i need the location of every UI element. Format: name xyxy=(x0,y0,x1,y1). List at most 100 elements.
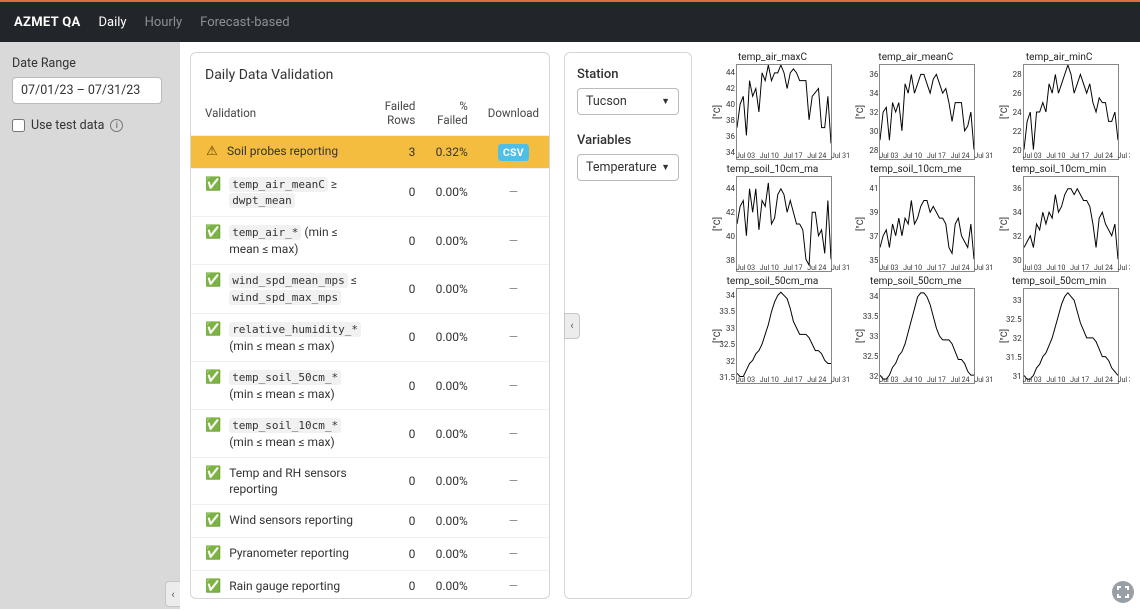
chart: temp_air_meanC[°C]2830323436Jul 03Jul 10… xyxy=(853,52,978,160)
pct-failed-cell: 0.00% xyxy=(425,313,477,361)
table-row[interactable]: ✅temp_air_meanC ≥ dwpt_mean00.00%— xyxy=(191,168,549,217)
chart-xticks: Jul 03Jul 10Jul 17Jul 24Jul 31 xyxy=(1023,152,1119,160)
table-row[interactable]: ✅Temp and RH sensors reporting00.00%— xyxy=(191,458,549,505)
chart-xticks: Jul 03Jul 10Jul 17Jul 24Jul 31 xyxy=(1023,264,1119,272)
download-cell: — xyxy=(478,505,549,538)
date-range-label: Date Range xyxy=(12,56,168,71)
chart-yticks: 30323436 xyxy=(1004,177,1022,271)
chart-yticks: 3131.53232.533 xyxy=(1004,289,1022,383)
chart-frame[interactable]: [°C]3232.53333.534 xyxy=(879,288,975,384)
table-row[interactable]: ✅relative_humidity_* (min ≤ mean ≤ max)0… xyxy=(191,313,549,361)
nav-daily[interactable]: Daily xyxy=(99,15,127,30)
use-test-data-checkbox[interactable] xyxy=(12,119,25,132)
table-row[interactable]: ⚠Soil probes reporting30.32%CSV xyxy=(191,136,549,169)
download-cell: — xyxy=(478,410,549,458)
chart-title: temp_soil_50cm_ma xyxy=(710,276,835,287)
chart-frame[interactable]: [°C]30323436 xyxy=(1023,176,1119,272)
use-test-data-label: Use test data xyxy=(31,118,104,133)
chart-frame[interactable]: [°C]3131.53232.533 xyxy=(1023,288,1119,384)
chart-xticks: Jul 03Jul 10Jul 17Jul 24Jul 31 xyxy=(736,152,832,160)
variables-value: Temperature xyxy=(586,160,657,175)
top-nav: AZMET QA Daily Hourly Forecast-based xyxy=(0,2,1140,42)
chart-frame[interactable]: [°C]35373941 xyxy=(879,176,975,272)
selector-panel: Station Tucson ▼ Variables Temperature ▼… xyxy=(564,52,692,599)
download-cell: — xyxy=(478,313,549,361)
chart-yticks: 2830323436 xyxy=(860,65,878,159)
chart-yticks: 35373941 xyxy=(860,177,878,271)
download-cell: — xyxy=(478,537,549,570)
table-row[interactable]: ✅temp_soil_10cm_* (min ≤ mean ≤ max)00.0… xyxy=(191,410,549,458)
validation-label: Soil probes reporting xyxy=(227,143,364,159)
pct-failed-cell: 0.00% xyxy=(425,458,477,505)
chart: temp_soil_50cm_min[°C]3131.53232.533Jul … xyxy=(997,276,1122,384)
failed-rows-cell: 0 xyxy=(374,168,425,217)
check-icon: ✅ xyxy=(205,272,221,290)
download-cell: — xyxy=(478,217,549,265)
table-row[interactable]: ✅wind_spd_mean_mps ≤ wind_spd_max_mps00.… xyxy=(191,265,549,314)
table-row[interactable]: ✅Pyranometer reporting00.00%— xyxy=(191,537,549,570)
chart-title: temp_soil_50cm_me xyxy=(853,276,978,287)
check-icon: ✅ xyxy=(205,417,221,435)
failed-rows-cell: 0 xyxy=(374,570,425,599)
sidebar: Date Range 07/01/23 – 07/31/23 Use test … xyxy=(0,42,180,609)
chart: temp_air_minC[°C]2022242628Jul 03Jul 10J… xyxy=(997,52,1122,160)
use-test-data-row[interactable]: Use test data i xyxy=(12,118,168,133)
chart-frame[interactable]: [°C]38404244 xyxy=(736,176,832,272)
info-icon[interactable]: i xyxy=(110,119,123,132)
download-cell: — xyxy=(478,570,549,599)
col-download: Download xyxy=(478,93,549,136)
chart-title: temp_soil_10cm_min xyxy=(997,164,1122,175)
brand: AZMET QA xyxy=(14,15,81,30)
nav-hourly[interactable]: Hourly xyxy=(145,15,183,30)
validation-title: Daily Data Validation xyxy=(191,67,549,93)
validation-table: Validation Failed Rows % Failed Download… xyxy=(191,93,549,599)
failed-rows-cell: 0 xyxy=(374,265,425,314)
check-icon: ✅ xyxy=(205,465,221,483)
csv-download-button[interactable]: CSV xyxy=(498,144,529,161)
chart-frame[interactable]: [°C]2830323436 xyxy=(879,64,975,160)
table-row[interactable]: ✅temp_soil_50cm_* (min ≤ mean ≤ max)00.0… xyxy=(191,361,549,409)
failed-rows-cell: 0 xyxy=(374,361,425,409)
pct-failed-cell: 0.00% xyxy=(425,410,477,458)
validation-label: temp_air_meanC ≥ dwpt_mean xyxy=(229,176,364,210)
chart-frame[interactable]: [°C]31.53232.53333.534 xyxy=(736,288,832,384)
chart-frame[interactable]: [°C]343638404244 xyxy=(736,64,832,160)
chart-yticks: 343638404244 xyxy=(717,65,735,159)
failed-rows-cell: 0 xyxy=(374,505,425,538)
table-row[interactable]: ✅Wind sensors reporting00.00%— xyxy=(191,505,549,538)
table-row[interactable]: ✅temp_air_* (min ≤ mean ≤ max)00.00%— xyxy=(191,217,549,265)
date-range-input[interactable]: 07/01/23 – 07/31/23 xyxy=(12,77,162,104)
col-validation: Validation xyxy=(191,93,374,136)
check-icon: ✅ xyxy=(205,578,221,596)
nav-forecast[interactable]: Forecast-based xyxy=(200,15,289,30)
station-select[interactable]: Tucson ▼ xyxy=(577,88,679,115)
failed-rows-cell: 0 xyxy=(374,410,425,458)
table-row[interactable]: ✅Rain gauge reporting00.00%— xyxy=(191,570,549,599)
chart-xticks: Jul 03Jul 10Jul 17Jul 24Jul 31 xyxy=(879,376,975,384)
variables-select[interactable]: Temperature ▼ xyxy=(577,154,679,181)
pct-failed-cell: 0.00% xyxy=(425,570,477,599)
sidebar-collapse-handle[interactable]: ‹ xyxy=(165,581,181,607)
col-pct-failed: % Failed xyxy=(425,93,477,136)
check-icon: ✅ xyxy=(205,512,221,530)
validation-label: temp_air_* (min ≤ mean ≤ max) xyxy=(229,224,364,257)
chart-xticks: Jul 03Jul 10Jul 17Jul 24Jul 31 xyxy=(736,376,832,384)
pct-failed-cell: 0.00% xyxy=(425,505,477,538)
mid-collapse-handle[interactable]: ‹ xyxy=(564,313,580,339)
charts-panel: temp_air_maxC[°C]343638404244Jul 03Jul 1… xyxy=(706,52,1130,599)
pct-failed-cell: 0.00% xyxy=(425,265,477,314)
download-cell: — xyxy=(478,458,549,505)
col-failed-rows: Failed Rows xyxy=(374,93,425,136)
chart-frame[interactable]: [°C]2022242628 xyxy=(1023,64,1119,160)
check-icon: ✅ xyxy=(205,369,221,387)
warning-icon: ⚠ xyxy=(205,143,219,161)
download-cell[interactable]: CSV xyxy=(478,136,549,169)
failed-rows-cell: 0 xyxy=(374,313,425,361)
expand-button[interactable] xyxy=(1112,581,1134,603)
validation-label: temp_soil_50cm_* (min ≤ mean ≤ max) xyxy=(229,369,364,402)
chart-title: temp_air_meanC xyxy=(853,52,978,63)
chart-title: temp_soil_10cm_ma xyxy=(710,164,835,175)
chart-yticks: 3232.53333.534 xyxy=(860,289,878,383)
check-icon: ✅ xyxy=(205,321,221,339)
failed-rows-cell: 0 xyxy=(374,217,425,265)
